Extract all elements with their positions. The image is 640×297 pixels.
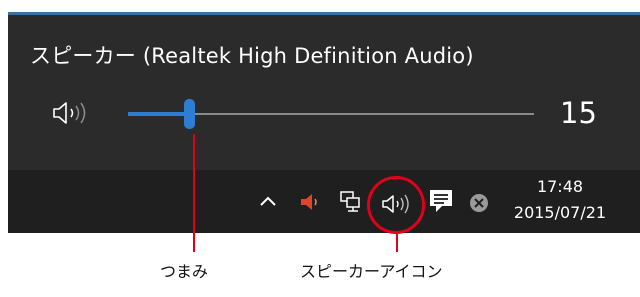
- red-speaker-icon[interactable]: [298, 191, 322, 213]
- clock-time[interactable]: 17:48: [500, 177, 620, 196]
- volume-flyout: [8, 12, 640, 170]
- audio-device-name[interactable]: スピーカー (Realtek High Definition Audio): [30, 40, 474, 70]
- speaker-callout-line: [396, 234, 398, 252]
- close-circle-icon[interactable]: [468, 192, 490, 214]
- action-center-icon[interactable]: [428, 188, 454, 214]
- speaker-icon-highlight: [367, 176, 425, 234]
- volume-slider[interactable]: [128, 99, 534, 129]
- knob-callout-line: [193, 134, 195, 252]
- slider-fill: [128, 112, 189, 116]
- screenshot-stage: スピーカー (Realtek High Definition Audio) 15: [0, 0, 640, 297]
- clock-date[interactable]: 2015/07/21: [500, 203, 620, 222]
- flyout-top-border: [8, 12, 640, 15]
- slider-knob[interactable]: [184, 99, 195, 129]
- speaker-icon[interactable]: [50, 100, 90, 126]
- speaker-icon-callout-label: スピーカーアイコン: [300, 262, 443, 281]
- knob-callout-label: つまみ: [160, 262, 209, 281]
- network-icon[interactable]: [338, 189, 362, 213]
- chevron-up-icon[interactable]: [258, 193, 278, 209]
- volume-value: 15: [560, 96, 597, 130]
